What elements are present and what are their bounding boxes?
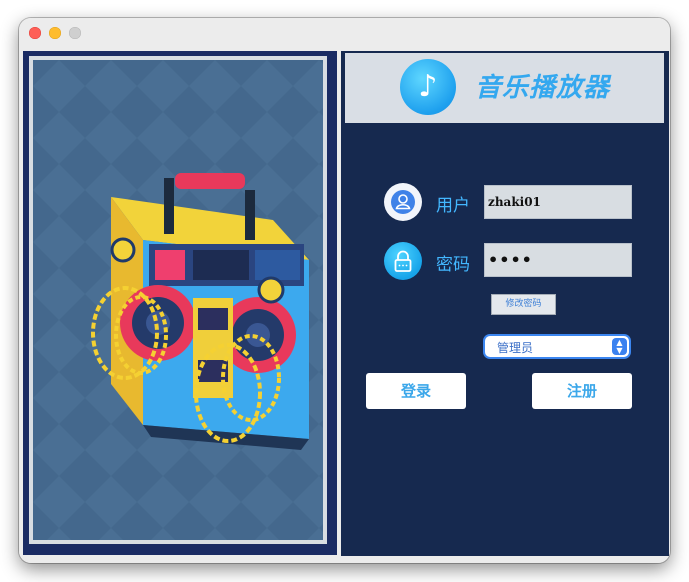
app-header: ♪ 音乐播放器 (345, 53, 664, 123)
boombox-image-frame (29, 56, 327, 544)
login-button[interactable]: 登录 (366, 373, 466, 409)
role-select-value: 管理员 (497, 341, 534, 355)
user-icon (384, 183, 422, 221)
lock-icon (384, 242, 422, 280)
minimize-window-button[interactable] (49, 27, 61, 39)
zoom-window-button[interactable] (69, 27, 81, 39)
change-password-button[interactable]: 修改密码 (491, 294, 556, 315)
window-content: ♪ 音乐播放器 用户 zhaki01 密码 •••• 修改密码 管理员 ▲ ▼ … (19, 48, 670, 563)
close-window-button[interactable] (29, 27, 41, 39)
password-input[interactable]: •••• (484, 243, 632, 277)
login-panel: ♪ 音乐播放器 用户 zhaki01 密码 •••• 修改密码 管理员 ▲ ▼ … (341, 51, 669, 556)
boombox-illustration (33, 60, 323, 540)
app-logo: ♪ (400, 59, 456, 115)
app-window: ♪ 音乐播放器 用户 zhaki01 密码 •••• 修改密码 管理员 ▲ ▼ … (19, 18, 670, 563)
role-select[interactable]: 管理员 ▲ ▼ (485, 336, 629, 357)
title-bar (19, 18, 670, 48)
username-input[interactable]: zhaki01 (484, 185, 632, 219)
register-button[interactable]: 注册 (532, 373, 632, 409)
chevron-up-down-icon: ▲ ▼ (612, 338, 627, 355)
username-label: 用户 (436, 196, 470, 216)
music-note-icon: ♪ (418, 69, 438, 104)
app-title: 音乐播放器 (475, 73, 611, 103)
boombox-image (33, 60, 323, 540)
password-label: 密码 (436, 255, 470, 275)
image-panel (23, 51, 337, 555)
